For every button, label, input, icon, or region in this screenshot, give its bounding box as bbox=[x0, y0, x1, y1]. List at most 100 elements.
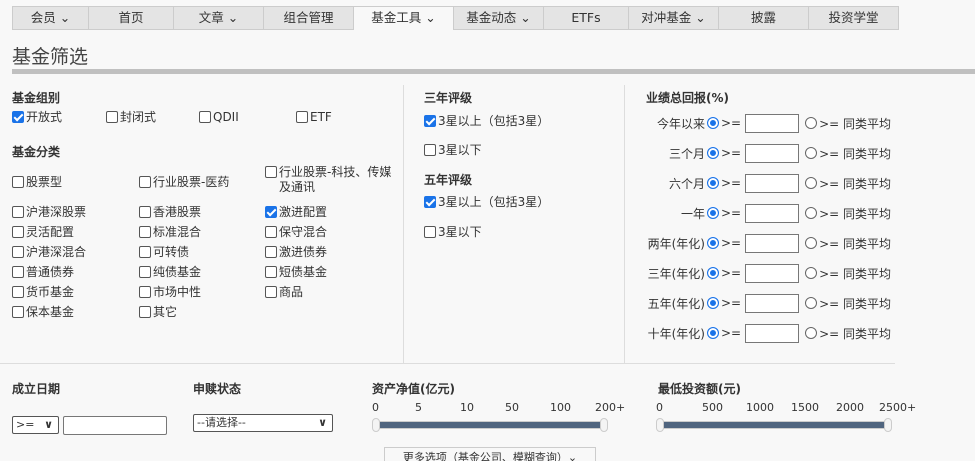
checkbox-etf[interactable]: ETF bbox=[296, 110, 332, 125]
avg-label: >= 同类平均 bbox=[819, 206, 892, 221]
checkbox-category[interactable]: 沪港深股票 bbox=[12, 205, 86, 220]
range-slider-track[interactable] bbox=[375, 421, 603, 429]
nav-portfolio[interactable]: 组合管理 bbox=[264, 6, 354, 30]
checkbox-category[interactable]: 行业股票-科技、传媒及通讯 bbox=[265, 165, 395, 195]
slider-tick-label: 0 bbox=[656, 401, 663, 414]
status-select[interactable]: --请选择-- ∨ bbox=[193, 414, 333, 432]
radio-category-average[interactable] bbox=[805, 327, 818, 339]
checkbox-open-end[interactable]: 开放式 bbox=[12, 110, 62, 125]
checkbox-category[interactable]: 股票型 bbox=[12, 175, 62, 190]
radio-threshold[interactable] bbox=[707, 327, 719, 339]
checkbox-label: 市场中性 bbox=[153, 285, 202, 299]
ge-label: >= bbox=[721, 266, 742, 280]
checkbox-category[interactable]: 保守混合 bbox=[265, 225, 327, 240]
return-input[interactable] bbox=[745, 293, 800, 313]
return-input[interactable] bbox=[745, 323, 800, 343]
ge-label: >= bbox=[721, 116, 742, 130]
return-row: 两年(年化) >= >= 同类平均 bbox=[640, 233, 891, 253]
avg-label: >= 同类平均 bbox=[819, 236, 892, 251]
checkbox-qdii[interactable]: QDII bbox=[199, 110, 239, 125]
checkbox-category[interactable]: 沪港深混合 bbox=[12, 245, 86, 260]
checkbox-category[interactable]: 行业股票-医药 bbox=[139, 175, 229, 190]
radio-threshold[interactable] bbox=[707, 237, 719, 249]
checkbox-category[interactable]: 保本基金 bbox=[12, 305, 74, 320]
slider-min-handle[interactable] bbox=[656, 418, 664, 432]
radio-category-average[interactable] bbox=[805, 237, 818, 249]
slider-tick-label: 5 bbox=[415, 401, 422, 414]
checkbox-category[interactable]: 激进债券 bbox=[265, 245, 327, 260]
radio-threshold[interactable] bbox=[707, 207, 719, 219]
checkbox-category[interactable]: 其它 bbox=[139, 305, 177, 320]
checkbox-label: 行业股票-科技、传媒及通讯 bbox=[279, 165, 392, 194]
checkbox-category[interactable]: 货币基金 bbox=[12, 285, 74, 300]
checkbox-rating5-below[interactable]: 3星以下 bbox=[424, 225, 482, 240]
radio-category-average[interactable] bbox=[805, 207, 818, 219]
nav-fund-tools[interactable]: 基金工具 ⌄ bbox=[354, 6, 454, 30]
category-heading: 基金分类 bbox=[12, 145, 61, 159]
return-input[interactable] bbox=[745, 173, 800, 193]
checkbox-category[interactable]: 市场中性 bbox=[139, 285, 201, 300]
inception-date-input[interactable] bbox=[63, 416, 167, 435]
slider-tick-label: 500 bbox=[702, 401, 723, 414]
radio-category-average[interactable] bbox=[805, 177, 818, 189]
radio-threshold[interactable] bbox=[707, 297, 719, 309]
checkbox-label: 其它 bbox=[153, 305, 178, 319]
checkbox-category[interactable]: 灵活配置 bbox=[12, 225, 74, 240]
slider-tick-label: 1500 bbox=[791, 401, 819, 414]
slider-max-handle[interactable] bbox=[884, 418, 892, 432]
nav-articles[interactable]: 文章 ⌄ bbox=[174, 6, 264, 30]
radio-threshold[interactable] bbox=[707, 177, 719, 189]
ge-label: >= bbox=[721, 146, 742, 160]
main-nav: 会员 ⌄ 首页 文章 ⌄ 组合管理 基金工具 ⌄ 基金动态 ⌄ ETFs 对冲基… bbox=[12, 6, 899, 30]
rating3-heading: 三年评级 bbox=[424, 91, 473, 105]
checkbox-category[interactable]: 商品 bbox=[265, 285, 303, 300]
nav-home[interactable]: 首页 bbox=[89, 6, 174, 30]
slider-tick-label: 100 bbox=[550, 401, 571, 414]
checkbox-category[interactable]: 普通债券 bbox=[12, 265, 74, 280]
return-input[interactable] bbox=[745, 113, 800, 133]
return-input[interactable] bbox=[745, 263, 800, 283]
more-options-toggle[interactable]: 更多选项（基金公司、模糊查询）⌄ bbox=[384, 447, 596, 461]
return-input[interactable] bbox=[745, 143, 800, 163]
radio-threshold[interactable] bbox=[707, 147, 719, 159]
checkbox-category[interactable]: 标准混合 bbox=[139, 225, 201, 240]
radio-category-average[interactable] bbox=[805, 297, 818, 309]
nav-disclosure[interactable]: 披露 bbox=[719, 6, 809, 30]
checkbox-category[interactable]: 纯债基金 bbox=[139, 265, 201, 280]
section-divider bbox=[0, 363, 895, 364]
return-period-label: 五年(年化) bbox=[647, 296, 705, 311]
inception-operator-select[interactable]: >= ∨ bbox=[12, 416, 59, 434]
checkbox-rating5-above[interactable]: 3星以上（包括3星） bbox=[424, 195, 549, 210]
nav-member[interactable]: 会员 ⌄ bbox=[12, 6, 89, 30]
checkbox-category[interactable]: 香港股票 bbox=[139, 205, 201, 220]
checkbox-category[interactable]: 可转债 bbox=[139, 245, 189, 260]
checkbox-closed-end[interactable]: 封闭式 bbox=[106, 110, 156, 125]
radio-category-average[interactable] bbox=[805, 117, 818, 129]
radio-category-average[interactable] bbox=[805, 267, 818, 279]
ge-label: >= bbox=[721, 206, 742, 220]
checkbox-label: 标准混合 bbox=[153, 225, 202, 239]
range-slider-track[interactable] bbox=[659, 421, 887, 429]
slider-tick-label: 0 bbox=[372, 401, 379, 414]
slider-max-handle[interactable] bbox=[600, 418, 608, 432]
nav-hedge-funds[interactable]: 对冲基金 ⌄ bbox=[629, 6, 719, 30]
checkbox-rating3-above[interactable]: 3星以上（包括3星） bbox=[424, 114, 549, 129]
slider-min-handle[interactable] bbox=[372, 418, 380, 432]
checkbox-rating3-below[interactable]: 3星以下 bbox=[424, 143, 482, 158]
nav-learning[interactable]: 投资学堂 bbox=[809, 6, 899, 30]
checkbox-category[interactable]: 激进配置 bbox=[265, 205, 327, 220]
radio-threshold[interactable] bbox=[707, 267, 719, 279]
status-heading: 申赎状态 bbox=[193, 382, 242, 396]
return-period-label: 今年以来 bbox=[656, 116, 705, 131]
nav-etfs[interactable]: ETFs bbox=[544, 6, 629, 30]
slider-tick-label: 2500+ bbox=[879, 401, 917, 414]
return-input[interactable] bbox=[745, 233, 800, 253]
checkbox-label: 保本基金 bbox=[26, 305, 75, 319]
radio-threshold[interactable] bbox=[707, 117, 719, 129]
return-input[interactable] bbox=[745, 203, 800, 223]
nav-fund-news[interactable]: 基金动态 ⌄ bbox=[454, 6, 544, 30]
checkbox-category[interactable]: 短债基金 bbox=[265, 265, 327, 280]
return-period-label: 三年(年化) bbox=[647, 266, 705, 281]
radio-category-average[interactable] bbox=[805, 147, 818, 159]
ge-label: >= bbox=[721, 176, 742, 190]
